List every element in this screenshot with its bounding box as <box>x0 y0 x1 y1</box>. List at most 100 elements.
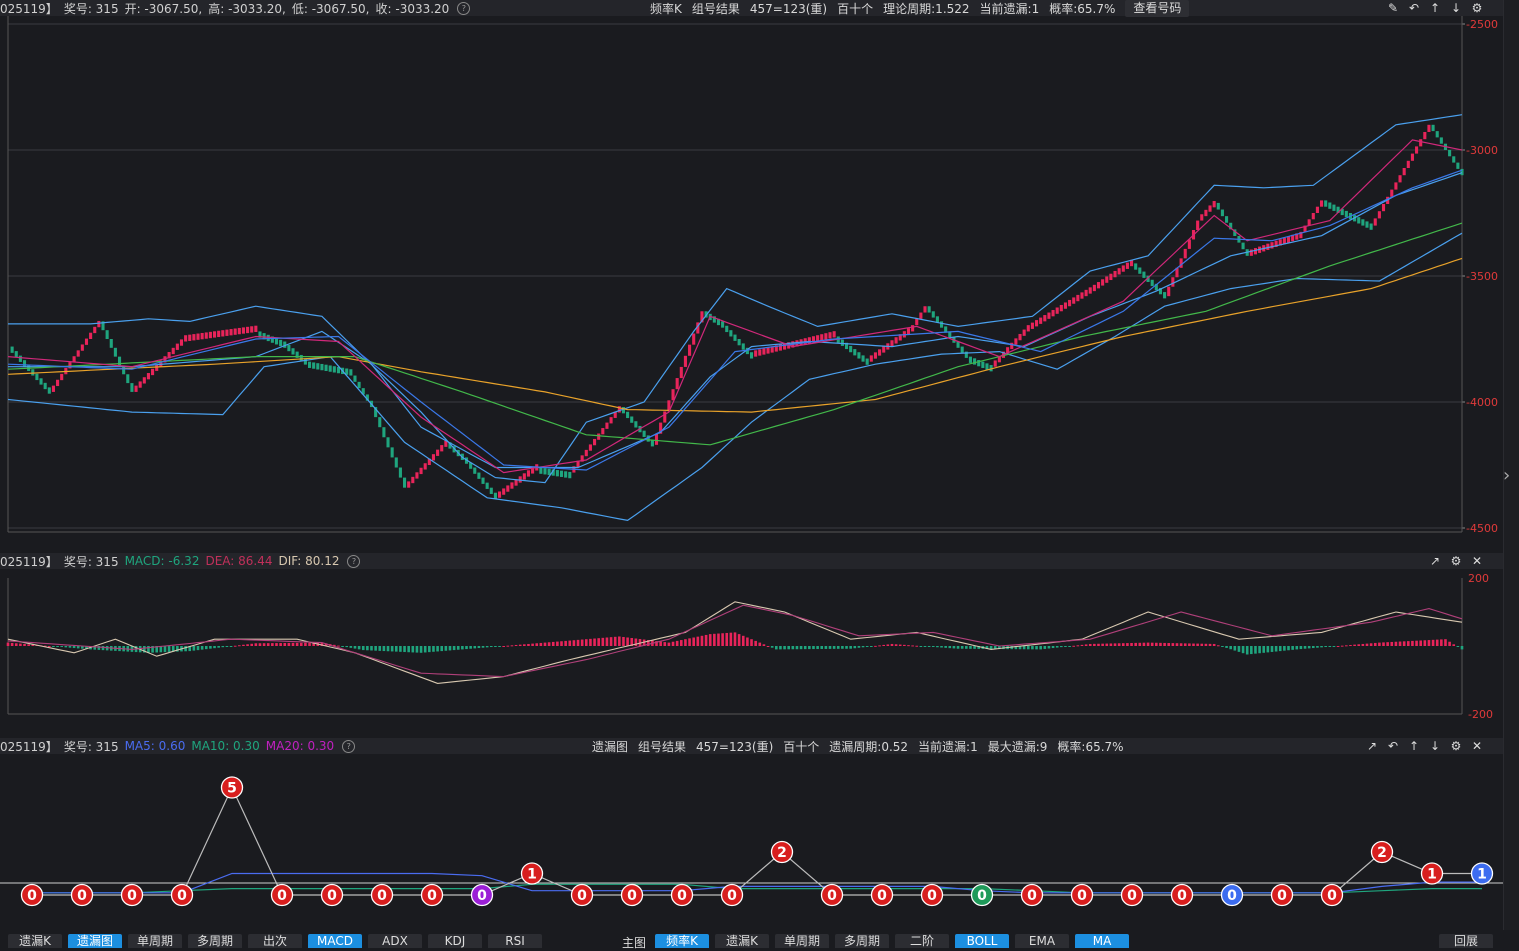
candle <box>35 373 39 381</box>
macd-bar <box>779 646 782 650</box>
macd-bar <box>1386 642 1389 646</box>
macd-bar <box>960 646 964 649</box>
candle <box>749 352 754 359</box>
arrow-up-icon[interactable]: ↑ <box>1429 2 1441 14</box>
macd-bar <box>1179 643 1183 646</box>
tab-left-8[interactable]: RSI <box>488 934 542 948</box>
macd-bar <box>1146 642 1150 646</box>
omission-point-label: 0 <box>1177 888 1187 904</box>
candle <box>1043 315 1047 322</box>
macd-bar <box>878 645 881 647</box>
candle <box>1439 137 1443 144</box>
help-icon[interactable]: ? <box>457 1 471 15</box>
candle <box>1125 262 1129 269</box>
omit-arrow-down-icon[interactable]: ↓ <box>1429 740 1441 752</box>
omit-undo-icon[interactable]: ↶ <box>1387 740 1399 752</box>
macd-bar <box>1093 643 1096 646</box>
candle <box>1068 299 1072 307</box>
candle <box>1415 146 1419 154</box>
omit-gear-icon[interactable]: ⚙ <box>1450 740 1462 752</box>
macd-gear-icon[interactable]: ⚙ <box>1450 555 1462 567</box>
macd-bar <box>539 642 543 646</box>
candle <box>1167 286 1171 297</box>
candle <box>630 416 634 423</box>
macd-bar <box>432 646 435 652</box>
tab-right-5[interactable]: BOLL <box>955 934 1009 948</box>
macd-bar <box>729 632 733 646</box>
chevron-right-icon[interactable]: › <box>1503 465 1510 486</box>
gear-icon[interactable]: ⚙ <box>1471 2 1483 14</box>
candle <box>526 470 531 477</box>
tab-left-4[interactable]: 出次 <box>248 934 302 948</box>
macd-bar <box>721 633 724 646</box>
candle <box>890 340 894 347</box>
macd-bar <box>560 641 563 646</box>
macd-bar <box>275 643 278 646</box>
tab-right-6[interactable]: EMA <box>1015 934 1069 948</box>
macd-help-icon[interactable]: ? <box>347 554 361 568</box>
omission-point-label: 0 <box>977 888 987 904</box>
omit-arrow-up-icon[interactable]: ↑ <box>1408 740 1420 752</box>
arrow-down-icon[interactable]: ↓ <box>1450 2 1462 14</box>
center-info-1: 组号结果 <box>691 1 740 16</box>
macd-bar <box>1072 645 1076 647</box>
omission-point-label: 1 <box>527 867 537 883</box>
macd-bar <box>440 646 444 652</box>
tab-left-7[interactable]: KDJ <box>428 934 482 948</box>
macd-bar <box>1039 646 1042 650</box>
macd-bar <box>1398 641 1402 646</box>
macd-bar <box>357 646 361 650</box>
omission-point-label: 0 <box>27 888 37 904</box>
macd-bar <box>246 644 249 646</box>
omit-close-icon[interactable]: ✕ <box>1471 740 1483 752</box>
tab-right-0[interactable]: 频率K <box>655 934 709 948</box>
macd-bar <box>1373 642 1377 646</box>
macd-bar <box>23 643 26 646</box>
candle <box>721 321 725 328</box>
omission-point-label: 0 <box>1127 888 1137 904</box>
omission-point-label: 0 <box>277 888 287 904</box>
candle <box>1460 168 1464 176</box>
candle <box>1039 317 1043 324</box>
expand-button[interactable]: 回展 <box>1439 934 1493 948</box>
edit-icon[interactable]: ✎ <box>1387 2 1399 14</box>
candle <box>588 444 592 451</box>
tab-left-1[interactable]: 遗漏图 <box>68 934 122 948</box>
macd-bar <box>849 646 852 649</box>
macd-bar <box>713 633 716 646</box>
omit-help-icon[interactable]: ? <box>342 739 356 753</box>
undo-icon[interactable]: ↶ <box>1408 2 1420 14</box>
tab-right-3[interactable]: 多周期 <box>835 934 889 948</box>
macd-bar <box>1254 646 1257 654</box>
tab-right-2[interactable]: 单周期 <box>775 934 829 948</box>
tab-right-1[interactable]: 遗漏K <box>715 934 769 948</box>
tab-left-5[interactable]: MACD <box>308 934 362 948</box>
macd-bar <box>1456 646 1460 647</box>
tab-left-3[interactable]: 多周期 <box>188 934 242 948</box>
view-numbers-button[interactable]: 查看号码 <box>1125 0 1190 17</box>
candle <box>1076 294 1080 302</box>
macd-bar <box>688 638 691 646</box>
tab-left-6[interactable]: ADX <box>368 934 422 948</box>
omit-pin-icon[interactable]: ↗ <box>1366 740 1378 752</box>
candle <box>597 433 601 440</box>
tab-left-2[interactable]: 单周期 <box>128 934 182 948</box>
tab-right-7[interactable]: MA <box>1075 934 1129 948</box>
candle <box>762 348 766 355</box>
candle <box>1390 189 1394 197</box>
tab-right-4[interactable]: 二阶 <box>895 934 949 948</box>
candle <box>692 333 696 345</box>
close-icon[interactable]: ✕ <box>1471 555 1483 567</box>
ma10-value: MA10: 0.30 <box>191 739 260 753</box>
macd-bar <box>10 642 14 646</box>
omission-point-label: 1 <box>1477 867 1487 883</box>
pin-icon[interactable]: ↗ <box>1429 555 1441 567</box>
macd-bar <box>1266 646 1270 653</box>
candle <box>1163 292 1167 299</box>
macd-bar <box>684 639 687 646</box>
tab-left-0[interactable]: 遗漏K <box>8 934 62 948</box>
macd-bar <box>692 637 695 646</box>
macd-bar <box>907 645 910 647</box>
omit-info-1: 组号结果 <box>638 739 687 754</box>
candle <box>80 344 84 351</box>
